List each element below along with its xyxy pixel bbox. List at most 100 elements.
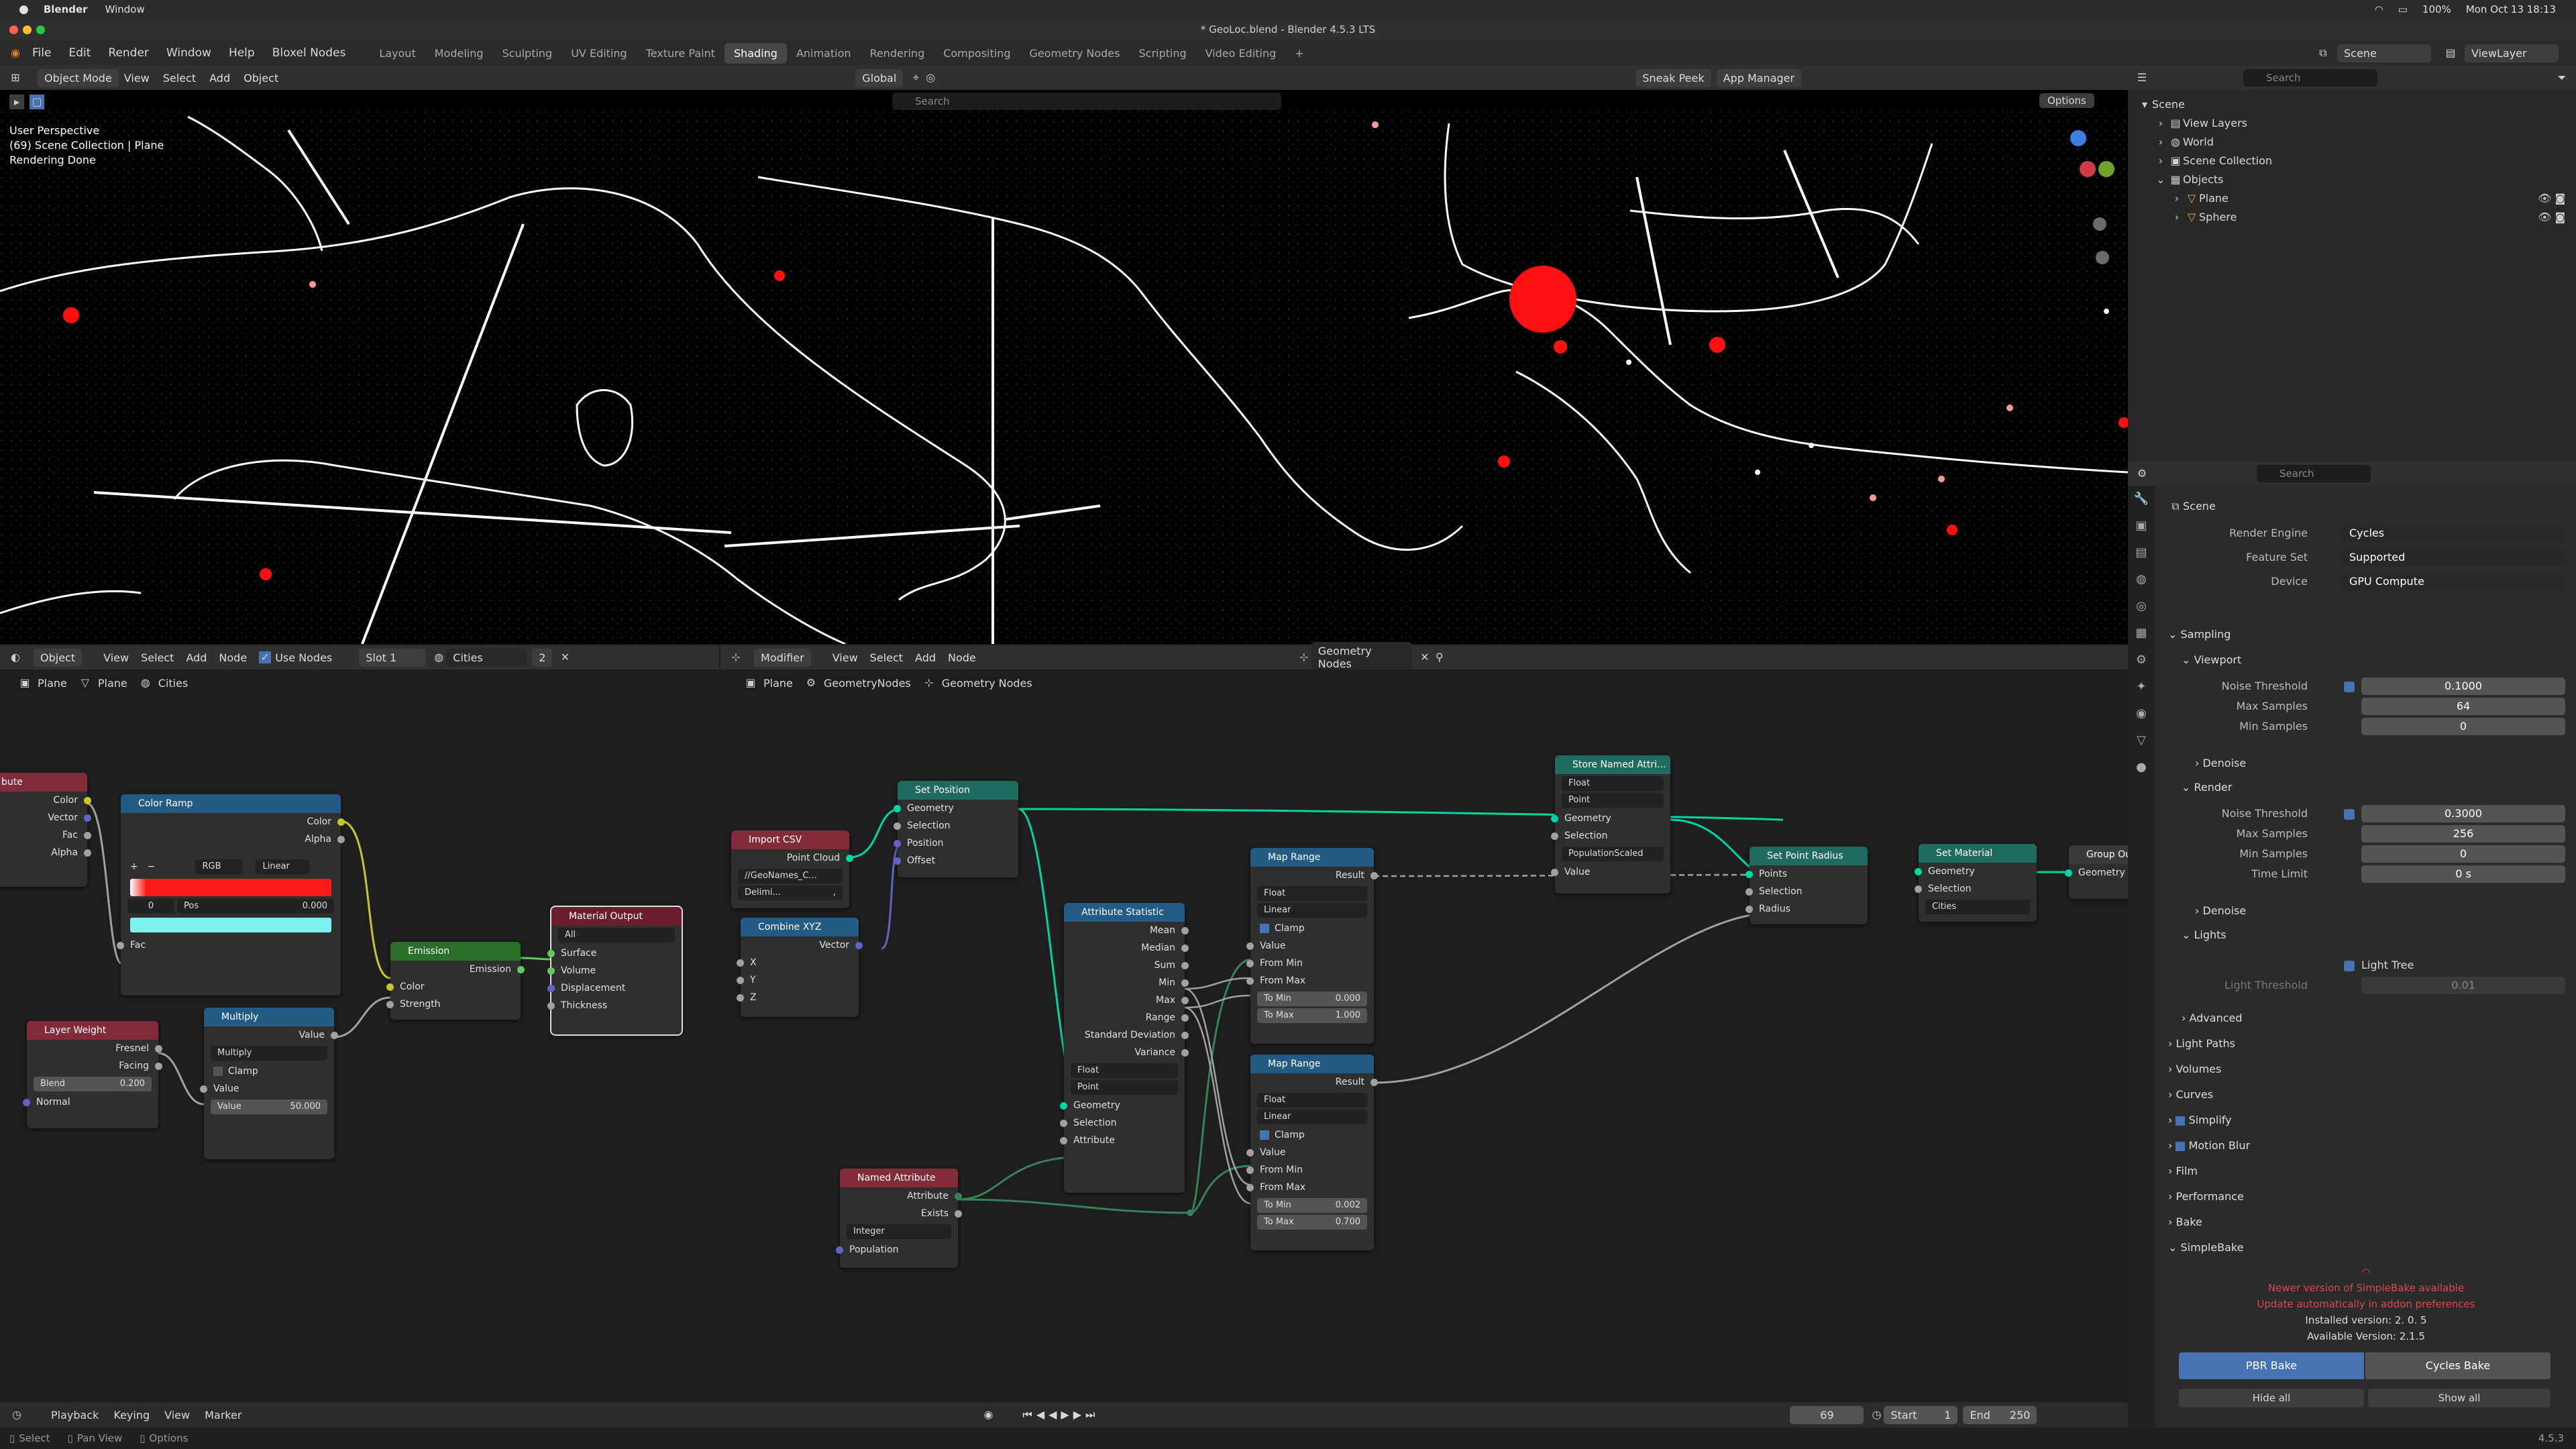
material-name-field[interactable]: Cities: [446, 648, 527, 667]
cycles-bake-button[interactable]: Cycles Bake: [2365, 1352, 2551, 1379]
shader-menu-add[interactable]: Add: [186, 651, 207, 664]
slot-dropdown[interactable]: Slot 1: [359, 648, 427, 667]
section-simplebake[interactable]: ⌄ SimpleBake: [2168, 1241, 2243, 1254]
clamp-checkbox[interactable]: Clamp: [204, 1063, 334, 1080]
store-named-attribute-node[interactable]: Store Named Attri... Float Point Geometr…: [1551, 755, 1670, 894]
clamp-checkbox[interactable]: Clamp: [1250, 1126, 1374, 1144]
time-limit-field[interactable]: 0 s: [2361, 865, 2565, 883]
outliner-item-view-layers[interactable]: › ▤ View Layers: [2153, 114, 2247, 133]
timeline-menu-playback[interactable]: Playback: [51, 1409, 99, 1421]
attribute-statistic-node[interactable]: Attribute Statistic Mean Median Sum Min …: [1060, 903, 1189, 1193]
set-material-node[interactable]: Set Material Geometry Selection Cities: [1915, 844, 2037, 922]
tab-texture-paint[interactable]: Texture Paint: [637, 43, 724, 64]
data-type-dropdown[interactable]: Float: [1562, 776, 1664, 791]
tab-shading[interactable]: Shading: [724, 42, 787, 64]
section-bake[interactable]: › Bake: [2168, 1216, 2202, 1228]
set-point-radius-node[interactable]: Set Point Radius Points Selection Radius: [1746, 847, 1868, 924]
geo-type-dropdown[interactable]: Modifier: [754, 648, 811, 667]
material-users-count[interactable]: 2: [532, 648, 553, 667]
section-film[interactable]: › Film: [2168, 1165, 2198, 1177]
app-menu[interactable]: Blender: [44, 3, 88, 15]
menu-edit[interactable]: Edit: [68, 46, 91, 60]
close-icon[interactable]: ✕: [1417, 650, 1432, 665]
sneak-peek-button[interactable]: Sneak Peek: [1635, 68, 1711, 87]
clamp-checkbox[interactable]: Clamp: [1250, 920, 1374, 937]
tab-geometry-nodes[interactable]: Geometry Nodes: [1020, 43, 1130, 64]
start-frame-field[interactable]: Start 1: [1884, 1405, 1958, 1424]
timeline-menu-marker[interactable]: Marker: [205, 1409, 241, 1421]
clock[interactable]: Mon Oct 13 18:13: [2466, 3, 2556, 15]
to-min-field[interactable]: To Min 0.002: [1257, 1198, 1367, 1213]
shader-menu-node[interactable]: Node: [219, 651, 247, 664]
viewport-3d[interactable]: User Perspective (69) Scene Collection |…: [0, 90, 2128, 644]
geo-menu-select[interactable]: Select: [870, 651, 903, 664]
stop-position-field[interactable]: Pos 0.000: [177, 899, 334, 914]
tab-animation[interactable]: Animation: [787, 43, 861, 64]
pin-icon[interactable]: ⚲: [1432, 650, 1447, 665]
viewport-search-input[interactable]: Search: [892, 93, 1281, 110]
menu-render[interactable]: Render: [108, 46, 149, 60]
section-volumes[interactable]: › Volumes: [2168, 1063, 2221, 1075]
section-motion-blur[interactable]: › Motion Blur: [2168, 1139, 2250, 1152]
color-ramp-node[interactable]: Color Ramp Color Alpha + − RGB Linear 0 …: [117, 794, 345, 996]
blender-logo-icon[interactable]: ◉: [8, 46, 23, 60]
remove-stop-button[interactable]: −: [148, 861, 156, 872]
light-threshold-field[interactable]: 0.01: [2361, 977, 2565, 994]
geo-menu-view[interactable]: View: [833, 651, 858, 664]
emission-node[interactable]: Emission Emission Color Strength: [386, 942, 525, 1020]
minimize-window-button[interactable]: [23, 25, 32, 34]
geo-menu-node[interactable]: Node: [948, 651, 976, 664]
record-icon[interactable]: ◉: [981, 1407, 996, 1422]
outliner-search-input[interactable]: Search: [2243, 69, 2377, 87]
timeline-menu-keying[interactable]: Keying: [113, 1409, 150, 1421]
editor-type-icon[interactable]: ◷: [9, 1407, 24, 1422]
properties-search-input[interactable]: Search: [2257, 465, 2371, 482]
multiply-node[interactable]: Multiply Value Multiply Clamp Value Valu…: [200, 1008, 338, 1159]
shader-type-dropdown[interactable]: Object: [34, 648, 83, 667]
editor-type-icon[interactable]: ⊞: [8, 70, 23, 85]
outliner-item-world[interactable]: › ◍ World: [2153, 133, 2214, 152]
csv-path-field[interactable]: //GeoNames_C...: [738, 869, 843, 883]
editor-type-icon[interactable]: ☰: [2135, 70, 2149, 85]
viewport-menu-object[interactable]: Object: [244, 72, 278, 85]
playback-controls[interactable]: ⏮◀◀▶▶⏭: [1022, 1408, 1099, 1421]
close-icon[interactable]: ✕: [557, 650, 572, 665]
device-dropdown[interactable]: GPU Compute: [2341, 573, 2565, 590]
editor-type-icon[interactable]: ⊹: [729, 650, 743, 665]
menu-file[interactable]: File: [32, 46, 51, 60]
snap-icon[interactable]: ⌖: [908, 70, 923, 85]
visibility-eye-icon[interactable]: 👁 ◙: [2538, 208, 2565, 227]
stop-index-field[interactable]: 0: [127, 899, 174, 914]
outliner-item-objects[interactable]: ⌄ ▦ Objects: [2153, 170, 2223, 189]
interpolation-dropdown[interactable]: Linear: [256, 859, 310, 874]
zoom-window-button[interactable]: [36, 25, 45, 34]
window-menu[interactable]: Window: [105, 3, 145, 15]
battery-icon[interactable]: ▭: [2398, 3, 2408, 15]
color-mode-dropdown[interactable]: RGB: [195, 859, 243, 874]
data-type-dropdown[interactable]: Float: [1071, 1063, 1178, 1078]
feature-set-dropdown[interactable]: Supported: [2341, 549, 2565, 566]
current-frame-field[interactable]: 69: [1790, 1405, 1864, 1424]
domain-dropdown[interactable]: Point: [1562, 793, 1664, 808]
apple-icon[interactable]: ●: [19, 3, 29, 16]
shader-editor-canvas[interactable]: bute Color Vector Fac Alpha Color Ramp C…: [0, 696, 719, 1401]
geo-editor-canvas[interactable]: Import CSV Point Cloud //GeoNames_C... D…: [720, 696, 2128, 1401]
vp-min-samples-field[interactable]: 0: [2361, 718, 2565, 735]
tab-modeling[interactable]: Modeling: [425, 43, 493, 64]
node-tree-field[interactable]: Geometry Nodes: [1311, 642, 1412, 673]
wifi-icon[interactable]: ◠: [2375, 3, 2383, 15]
shader-menu-select[interactable]: Select: [141, 651, 174, 664]
value-field[interactable]: Value 50.000: [211, 1099, 327, 1114]
section-sampling[interactable]: ⌄ Sampling: [2168, 628, 2231, 641]
data-type-dropdown[interactable]: Integer: [847, 1224, 951, 1239]
group-output-node[interactable]: Group Out Geometry: [2065, 845, 2128, 899]
tab-layout[interactable]: Layout: [370, 43, 425, 64]
add-stop-button[interactable]: +: [130, 861, 138, 872]
editor-type-icon[interactable]: ⚙: [2135, 466, 2149, 481]
tab-sculpting[interactable]: Sculpting: [493, 43, 562, 64]
delimiter-field[interactable]: Delimi...,: [738, 885, 843, 900]
section-curves[interactable]: › Curves: [2168, 1088, 2213, 1101]
select-box-icon[interactable]: ▢: [30, 95, 44, 109]
shader-menu-view[interactable]: View: [103, 651, 129, 664]
subsection-render[interactable]: ⌄ Render: [2182, 781, 2232, 794]
